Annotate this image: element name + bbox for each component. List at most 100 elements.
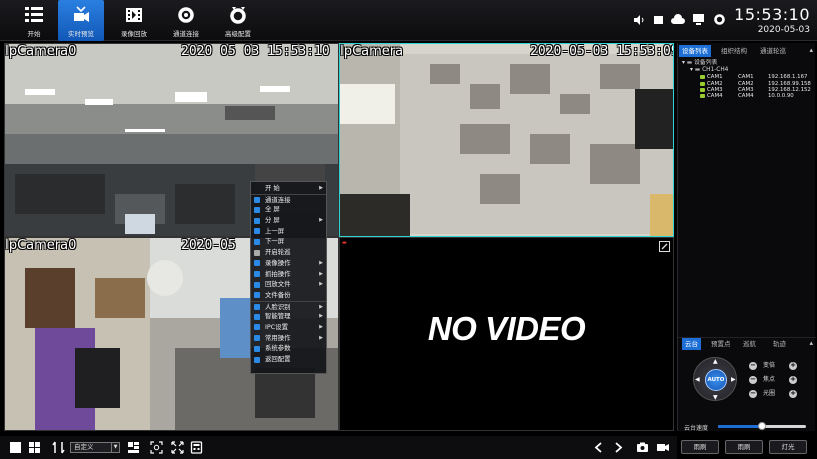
record-video-icon[interactable] — [656, 441, 670, 454]
channel-indicator-icon: ▬ — [342, 240, 347, 246]
menu-item-icon — [254, 313, 260, 320]
channel-gear-icon — [178, 7, 194, 23]
zoom-label: 变倍 — [763, 362, 776, 369]
menu-item-icon — [254, 197, 260, 204]
context-menu-item[interactable]: 返回配置 — [251, 354, 326, 365]
iris-plus-button[interactable]: + — [789, 390, 797, 398]
collapse-arrow-icon[interactable]: ▴ — [809, 46, 813, 54]
edit-channel-icon[interactable] — [659, 241, 670, 252]
context-menu-item[interactable]: 开启轮巡 — [251, 247, 326, 258]
ptz-left-icon[interactable]: ◀ — [695, 376, 700, 383]
single-screen-icon[interactable] — [9, 441, 22, 454]
context-menu-item[interactable]: 智能管理 ▶ — [251, 311, 326, 322]
chevron-down-icon[interactable]: ▼ — [111, 443, 119, 452]
volume-icon[interactable] — [633, 14, 645, 26]
submenu-arrow-icon: ▶ — [319, 313, 323, 320]
focus-minus-button[interactable]: − — [749, 376, 757, 384]
patrol-order-icon[interactable] — [52, 441, 65, 454]
menu-item-icon — [254, 260, 260, 267]
context-menu-item[interactable]: 开 始 ▶ — [251, 183, 326, 194]
camera-2-name: IpCamera — [340, 44, 404, 59]
menu-item-icon — [254, 281, 260, 288]
menu-item-icon — [254, 345, 260, 352]
live-preview-button[interactable]: 实时预览 — [58, 0, 104, 41]
context-menu-item[interactable]: 通道连接 — [251, 193, 326, 205]
tree-root[interactable]: ▾ ▬ 设备列表 — [682, 60, 814, 67]
context-menu-item[interactable]: 人脸识别 ▶ — [251, 300, 326, 312]
fullscreen-icon[interactable] — [171, 441, 184, 454]
context-menu-item[interactable]: 下一屏 — [251, 236, 326, 247]
no-video-text: NO VIDEO — [427, 310, 586, 347]
tab-ptz[interactable]: 云台 — [682, 338, 701, 350]
context-menu-item-label: 回放文件 — [265, 280, 291, 289]
wiper-button-2[interactable]: 雨刷 — [725, 440, 763, 454]
context-menu-item-label: 开启轮巡 — [265, 248, 291, 257]
device-name: CAM4 — [738, 92, 754, 99]
wiper-button[interactable]: 雨刷 — [681, 440, 719, 454]
context-menu-item[interactable]: 文件备份 — [251, 290, 326, 301]
tab-preset[interactable]: 预置点 — [708, 338, 734, 350]
cloud-icon[interactable] — [671, 13, 685, 27]
collapse-arrow-icon[interactable]: ▴ — [809, 339, 813, 347]
channel-connect-label: 通道连接 — [173, 30, 199, 38]
ptz-right-icon[interactable]: ▶ — [731, 376, 736, 383]
context-menu-item[interactable]: 上一屏 — [251, 226, 326, 237]
custom-layout-icon[interactable] — [127, 441, 140, 454]
zoom-minus-button[interactable]: − — [749, 362, 757, 370]
context-menu-item[interactable]: 分 屏 ▶ — [251, 215, 326, 226]
zoom-plus-button[interactable]: + — [789, 362, 797, 370]
tab-channel-patrol[interactable]: 通道轮巡 — [757, 45, 789, 57]
context-menu-item[interactable]: 录像操作 ▶ — [251, 258, 326, 269]
context-menu-item[interactable]: 常用操作 ▶ — [251, 333, 326, 344]
submenu-arrow-icon: ▶ — [319, 259, 323, 266]
tree-group[interactable]: ▾ ▬ CH1-CH4 — [682, 67, 814, 74]
context-menu-item-label: 返回配置 — [265, 355, 291, 363]
context-menu-item[interactable]: 系统参数 — [251, 343, 326, 354]
quad-screen-icon[interactable] — [28, 441, 41, 454]
record-status-icon[interactable] — [653, 15, 664, 26]
context-menu-item-label: 下一屏 — [265, 237, 285, 246]
settings-gear-icon[interactable] — [713, 13, 726, 26]
focus-plus-button[interactable]: + — [789, 376, 797, 384]
context-menu-item[interactable]: 抓拍操作 ▶ — [251, 269, 326, 280]
context-menu-item[interactable]: 全 屏 — [251, 204, 326, 215]
iris-minus-button[interactable]: − — [749, 390, 757, 398]
playback-button[interactable]: 录像回放 — [108, 0, 160, 41]
context-menu-item-label: 抓拍操作 — [265, 269, 291, 278]
context-menu-item[interactable]: IPC设置 ▶ — [251, 322, 326, 333]
tab-organization[interactable]: 组织结构 — [718, 45, 750, 57]
tab-cruise[interactable]: 巡航 — [740, 338, 759, 350]
ptz-direction-dial[interactable]: ▲ ▼ ◀ ▶ AUTO — [693, 357, 737, 401]
video-cell-4[interactable]: ▬ NO VIDEO — [339, 237, 674, 431]
tab-device-list[interactable]: 设备列表 — [679, 45, 711, 57]
ptz-up-icon[interactable]: ▲ — [713, 358, 718, 365]
zoom-control: − 变倍 + — [749, 361, 809, 371]
context-menu-item-label: 文件备份 — [265, 290, 291, 299]
channel-connect-button[interactable]: 通道连接 — [160, 0, 212, 41]
video-cell-2[interactable]: IpCamera 2020-05-03 15:53:09 — [339, 43, 674, 237]
start-button[interactable]: 开始 — [8, 0, 60, 41]
ptz-auto-button[interactable]: AUTO — [705, 369, 727, 391]
camera-online-icon — [700, 81, 705, 86]
layout-select[interactable]: 自定义 ▼ — [70, 442, 120, 453]
next-screen-icon[interactable] — [612, 441, 625, 454]
ptz-speed-knob[interactable] — [758, 422, 766, 430]
ptz-speed-slider[interactable] — [718, 422, 806, 430]
light-button[interactable]: 灯光 — [769, 440, 807, 454]
device-row[interactable]: CAM4 CAM4 10.0.0.90 — [682, 93, 814, 99]
menu-item-icon — [254, 206, 260, 213]
ptz-down-icon[interactable]: ▼ — [713, 394, 718, 401]
menu-item-icon — [254, 304, 260, 311]
previous-screen-icon[interactable] — [592, 441, 605, 454]
calculator-icon[interactable] — [190, 441, 203, 454]
ptz-tabs: 云台 预置点 巡航 轨迹 ▴ — [678, 337, 816, 350]
right-panel: 设备列表 组织结构 通道轮巡 ▴ ▾ ▬ 设备列表 ▾ ▬ CH1-CH4 CA… — [677, 43, 816, 432]
device-channel: CAM4 — [707, 92, 723, 99]
context-menu-item[interactable]: 回放文件 ▶ — [251, 279, 326, 290]
face-capture-icon[interactable] — [150, 441, 163, 454]
network-monitor-icon[interactable] — [692, 13, 705, 26]
tab-track[interactable]: 轨迹 — [770, 338, 789, 350]
context-menu-item-label: 全 屏 — [265, 205, 280, 214]
advanced-config-button[interactable]: 高级配置 — [212, 0, 264, 41]
snapshot-camera-icon[interactable] — [636, 441, 649, 454]
